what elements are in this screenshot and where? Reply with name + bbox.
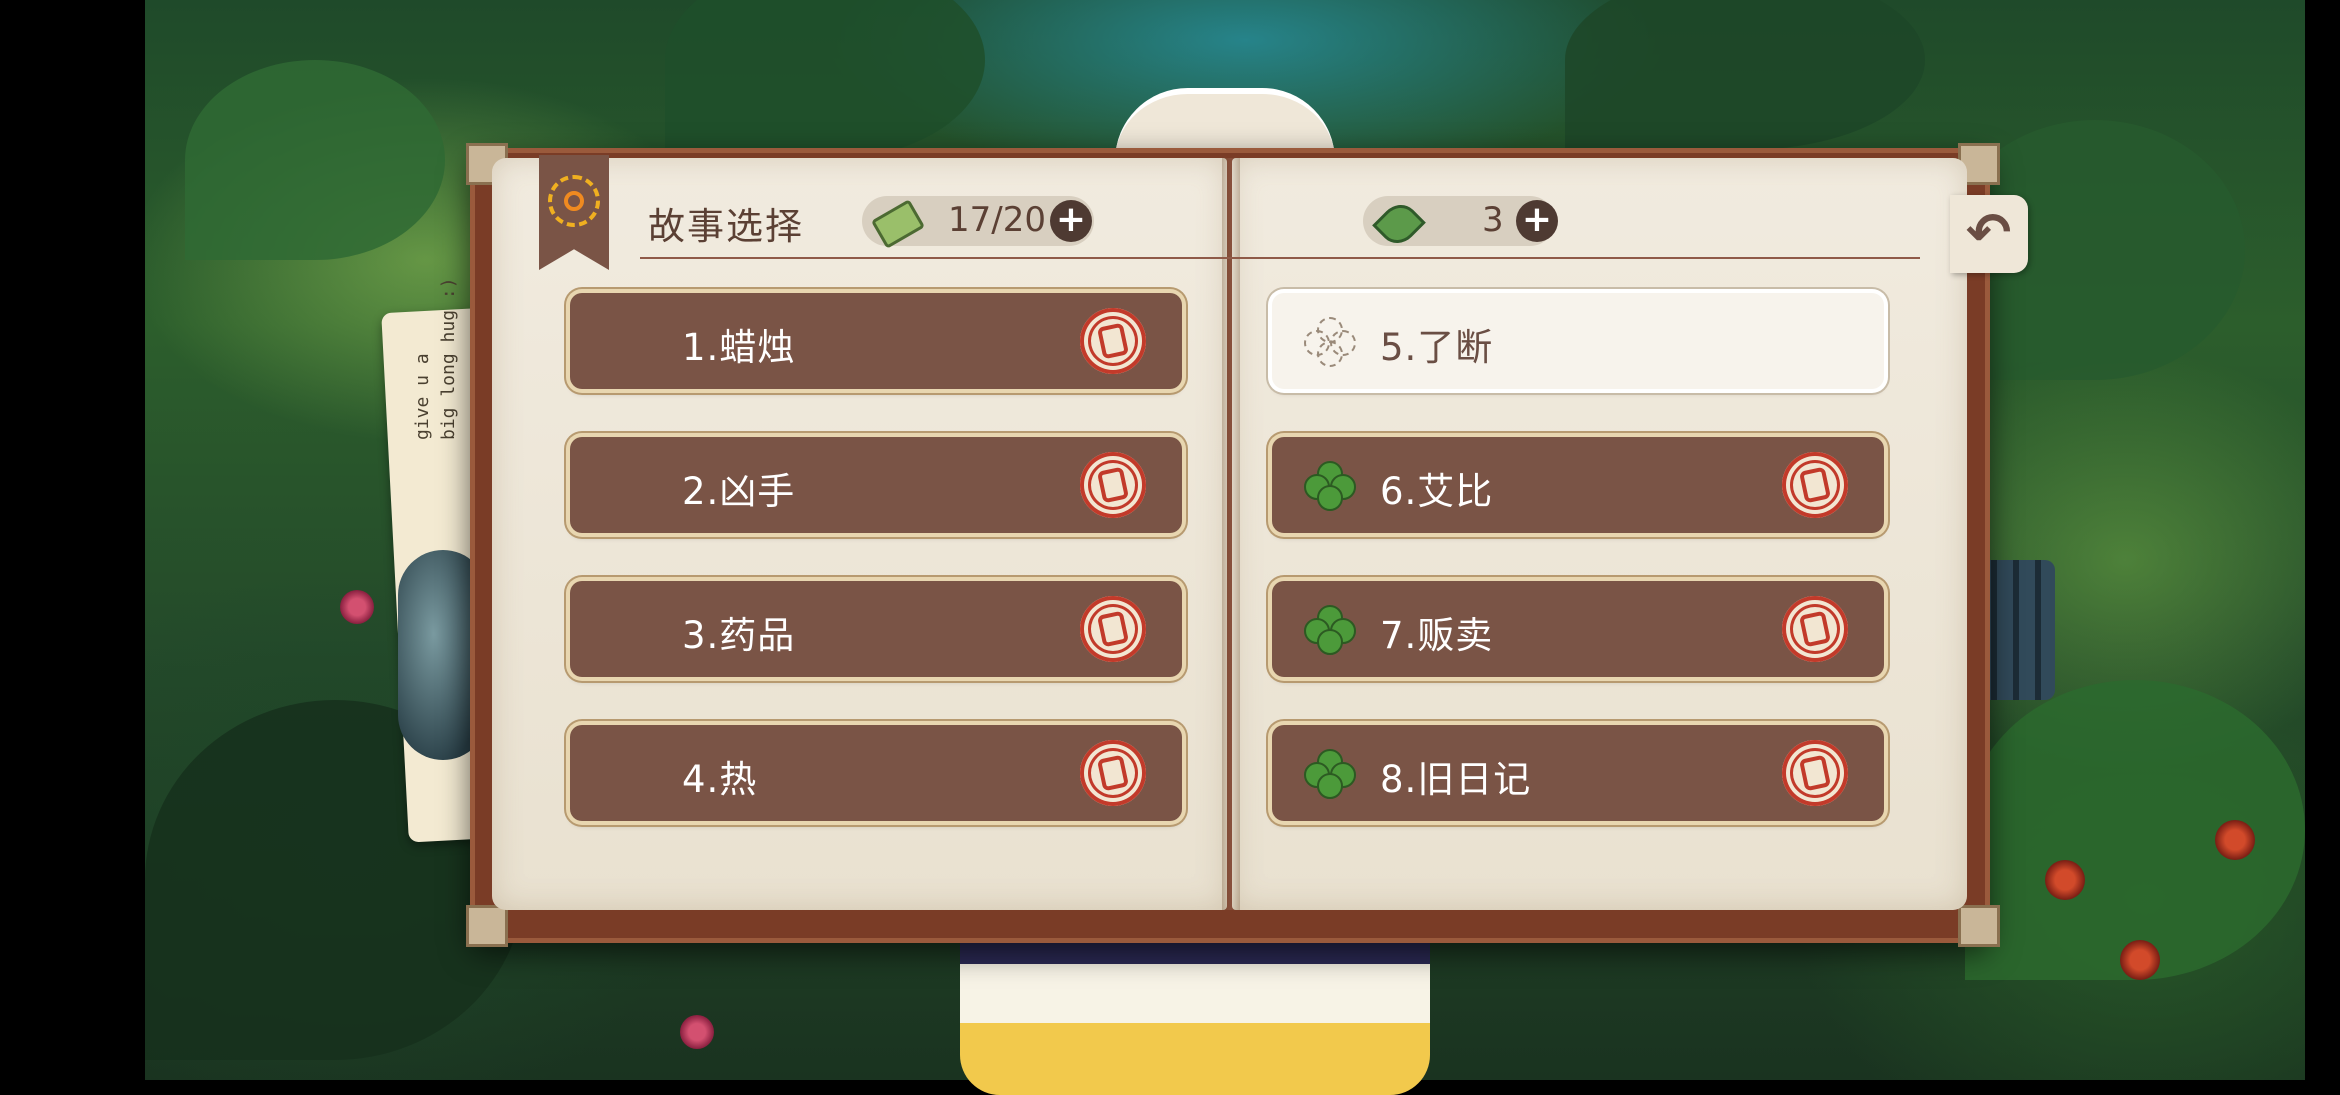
story-label: 1.蜡烛	[682, 326, 796, 369]
sun-icon	[548, 175, 600, 227]
leaf-count: 3	[1482, 200, 1504, 240]
story-label: 6.艾比	[1380, 470, 1494, 513]
flower	[680, 1015, 714, 1049]
story-item-5[interactable]: 5.了断	[1272, 293, 1884, 389]
foliage	[1565, 0, 1925, 150]
ticket-icon	[870, 199, 926, 249]
story-item-1[interactable]: 1.蜡烛	[570, 293, 1182, 389]
stamp-icon	[1782, 740, 1848, 806]
foliage	[665, 0, 985, 160]
book-corner	[466, 905, 508, 947]
stamp-icon	[1782, 452, 1848, 518]
stamp-icon	[1080, 308, 1146, 374]
stamp-icon	[1782, 596, 1848, 662]
story-label: 7.贩卖	[1380, 614, 1494, 657]
page-title: 故事选择	[648, 205, 804, 248]
header-divider	[640, 257, 1920, 259]
stamp-icon	[1080, 596, 1146, 662]
story-label: 5.了断	[1380, 326, 1494, 369]
stamp-icon	[1080, 740, 1146, 806]
story-label: 3.药品	[682, 614, 796, 657]
rose	[2120, 940, 2160, 980]
add-tickets-button[interactable]: +	[1050, 200, 1092, 242]
story-item-6[interactable]: 6.艾比	[1272, 437, 1884, 533]
clover-outline-icon	[1304, 317, 1356, 367]
clover-icon	[1304, 605, 1356, 655]
story-item-8[interactable]: 8.旧日记	[1272, 725, 1884, 821]
rose	[2215, 820, 2255, 860]
book-corner	[1958, 905, 2000, 947]
story-item-2[interactable]: 2.凶手	[570, 437, 1182, 533]
story-label: 2.凶手	[682, 470, 796, 513]
story-label: 8.旧日记	[1380, 758, 1532, 801]
back-button[interactable]: ↶	[1950, 195, 2028, 273]
foliage	[185, 60, 445, 260]
leaf-icon	[1372, 197, 1426, 251]
book-spine	[1222, 158, 1240, 910]
ticket-count: 17/20	[948, 200, 1046, 240]
stamp-icon	[1080, 452, 1146, 518]
note-text: give u a big long hug :)	[412, 277, 459, 440]
clover-icon	[1304, 749, 1356, 799]
add-leaves-button[interactable]: +	[1516, 200, 1558, 242]
story-item-3[interactable]: 3.药品	[570, 581, 1182, 677]
story-label: 4.热	[682, 758, 758, 801]
back-arrow-icon: ↶	[1966, 201, 2012, 264]
character-skirt	[960, 935, 1430, 1095]
story-item-7[interactable]: 7.贩卖	[1272, 581, 1884, 677]
foliage	[1965, 680, 2305, 980]
rose	[2045, 860, 2085, 900]
story-item-4[interactable]: 4.热	[570, 725, 1182, 821]
flower	[340, 590, 374, 624]
clover-icon	[1304, 461, 1356, 511]
